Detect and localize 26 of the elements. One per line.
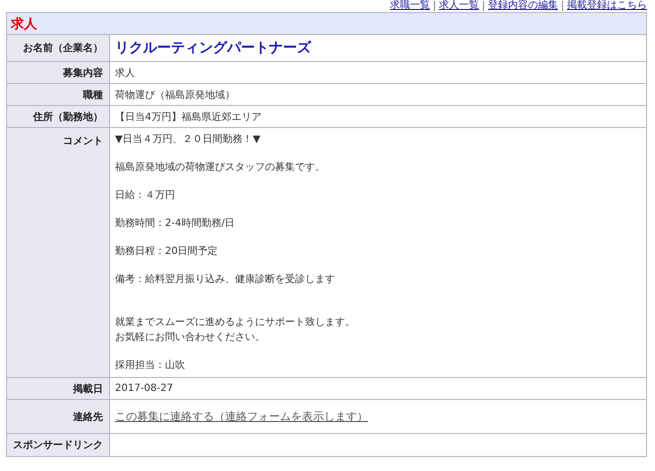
field-label: 掲載日 [6, 378, 110, 400]
comment-paragraph: 勤務日程：20日間予定 [115, 244, 219, 259]
comment-paragraph: ▼日当４万円、２０日間勤務！▼ [115, 132, 262, 147]
field-label: コメント [6, 128, 110, 378]
field-label: 住所（勤務地） [6, 106, 110, 128]
field-label: 募集内容 [6, 62, 110, 84]
comment-paragraph: 備考：給料翌月振り込み、健康診断を受診します [115, 272, 336, 287]
field-label: スポンサードリンク [6, 434, 110, 456]
comment-paragraph: 勤務時間：2-4時間勤務/日 [115, 216, 236, 231]
comment-paragraph: 日給：４万円 [115, 189, 176, 203]
nav-link[interactable]: 求人一覧 [439, 0, 479, 12]
contact-link[interactable]: この募集に連絡する（連絡フォームを表示します） [115, 410, 368, 423]
company-name: リクルーティングパートナーズ [110, 34, 646, 62]
field-value: 求人 [110, 62, 646, 84]
field-label: 連絡先 [6, 400, 110, 434]
nav-link[interactable]: 掲載登録はこちら [567, 0, 647, 12]
nav-link[interactable]: 求職一覧 [390, 0, 430, 12]
field-value: 2017-08-27 [110, 378, 646, 400]
comment-paragraph: 福島原発地域の荷物運びスタッフの募集です。 [115, 160, 326, 175]
comment-paragraph: 採用担当：山吹 [115, 358, 186, 373]
field-label: 職種 [6, 84, 110, 106]
field-label: お名前（企業名） [6, 34, 110, 62]
field-value: 荷物運び（福島原発地域） [110, 84, 646, 106]
field-value: 【日当4万円】福島県近郊エリア [110, 106, 646, 128]
section-title: 求人 [11, 16, 37, 32]
comment-paragraph: 就業までスムーズに進めるようにサポート致します。 お気軽にお問い合わせください。 [115, 316, 356, 345]
